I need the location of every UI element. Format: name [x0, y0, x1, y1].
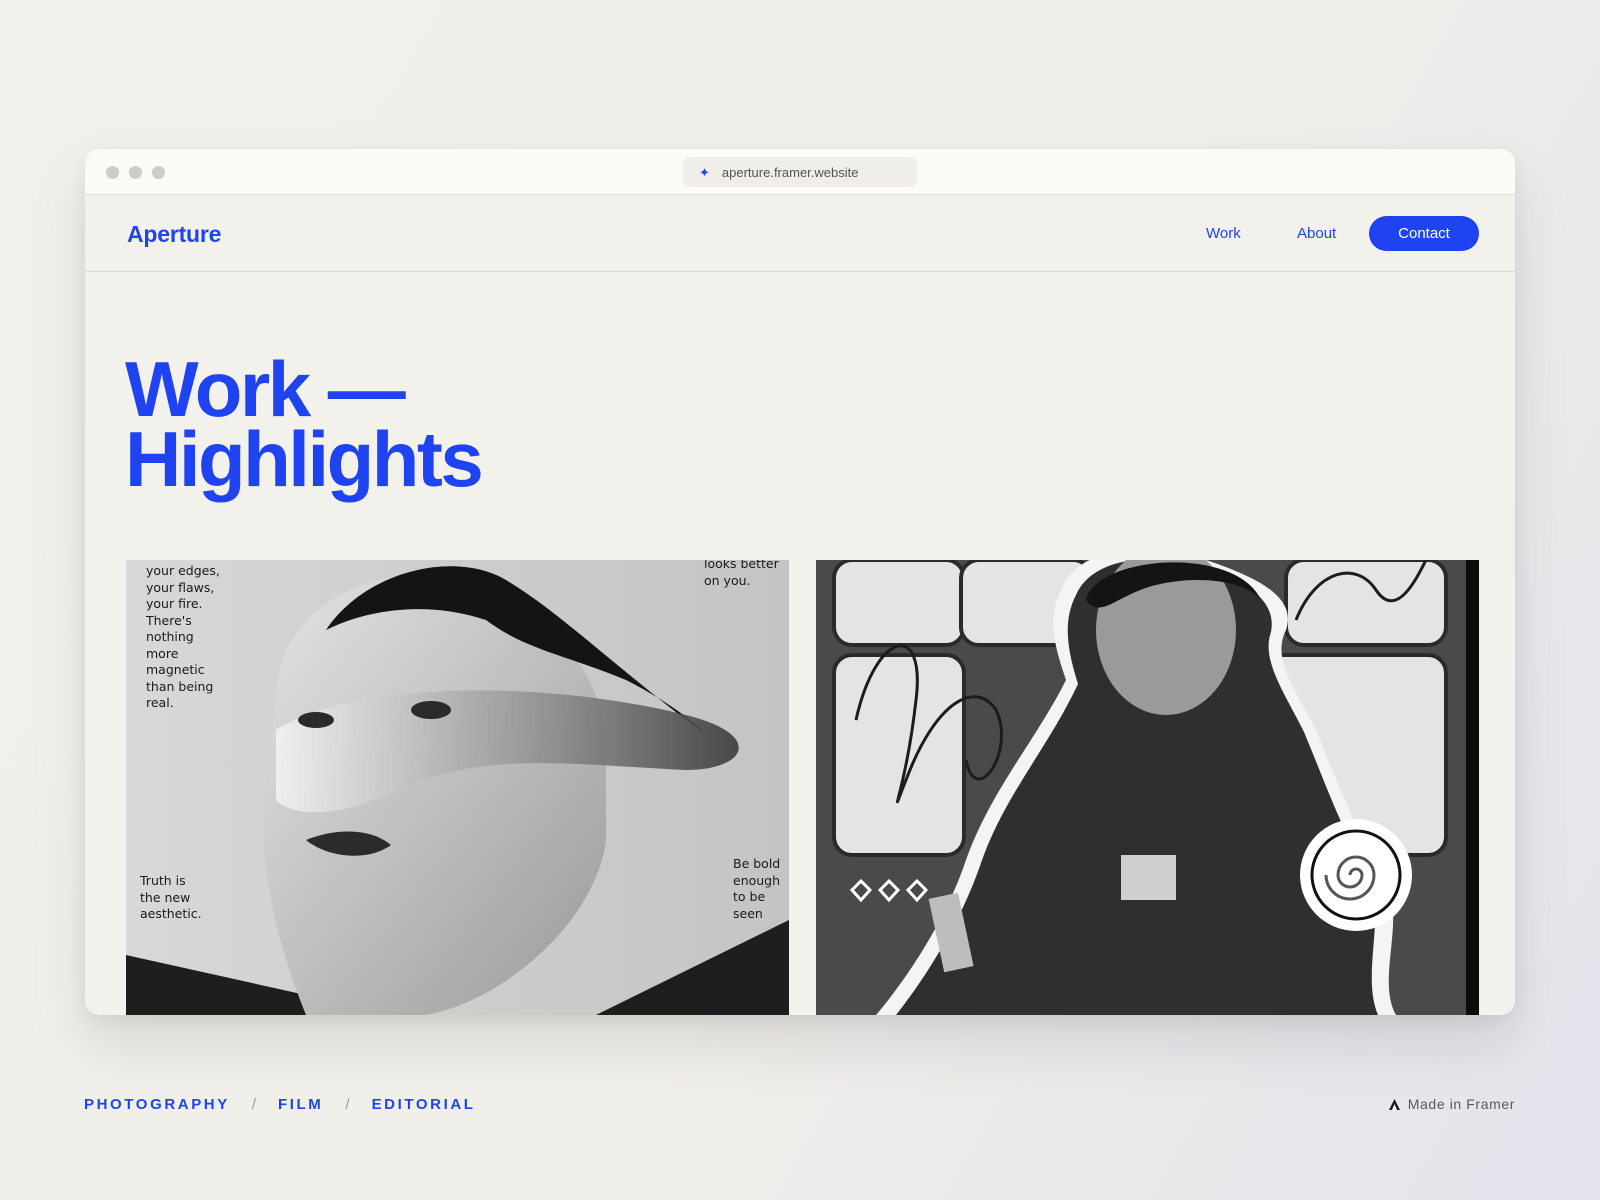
category-film[interactable]: FILM — [278, 1096, 323, 1113]
sparkle-icon: ✦ — [699, 164, 710, 180]
category-photography[interactable]: PHOTOGRAPHY — [84, 1096, 230, 1113]
site-navbar: Aperture Work About Contact — [85, 195, 1515, 272]
close-window-dot[interactable] — [106, 166, 119, 179]
made-in-framer-label: Made in Framer — [1407, 1096, 1515, 1112]
project-card-surreal-portrait[interactable]: your edges, your flaws, your fire. There… — [126, 560, 789, 1015]
nav-link-about[interactable]: About — [1297, 225, 1336, 242]
site-logo[interactable]: Aperture — [127, 221, 221, 248]
poster-caption: Truth is the new aesthetic. — [140, 873, 202, 921]
page-title-line-2: Highlights — [125, 415, 484, 503]
browser-chrome: ✦ aperture.framer.website — [85, 149, 1515, 195]
maximize-window-dot[interactable] — [152, 166, 165, 179]
surreal-portrait-image — [126, 566, 789, 1015]
browser-window: ✦ aperture.framer.website Aperture Work … — [85, 149, 1515, 1015]
window-controls — [106, 166, 165, 179]
made-in-framer-badge[interactable]: Made in Framer — [1388, 1096, 1515, 1112]
minimize-window-dot[interactable] — [129, 166, 142, 179]
address-bar[interactable]: ✦ aperture.framer.website — [683, 157, 917, 187]
page-title: Work — Highlights — [125, 345, 484, 503]
collage-portrait-image — [816, 560, 1479, 1015]
contact-button[interactable]: Contact — [1369, 216, 1479, 251]
project-card-collage-portrait[interactable] — [816, 560, 1479, 1015]
footer-categories: PHOTOGRAPHY / FILM / EDITORIAL — [84, 1096, 476, 1113]
category-editorial[interactable]: EDITORIAL — [372, 1096, 476, 1113]
poster-caption: your edges, your flaws, your fire. There… — [146, 563, 220, 710]
framer-logo-icon — [1388, 1098, 1400, 1110]
poster-caption: looks better on you. — [704, 560, 779, 588]
category-separator: / — [251, 1096, 257, 1113]
poster-caption: Be bold enough to be seen — [733, 856, 781, 921]
category-separator: / — [345, 1096, 350, 1113]
url-text: aperture.framer.website — [721, 164, 859, 180]
page-title-line-1: Work — — [125, 345, 406, 433]
nav-link-work[interactable]: Work — [1206, 225, 1241, 242]
